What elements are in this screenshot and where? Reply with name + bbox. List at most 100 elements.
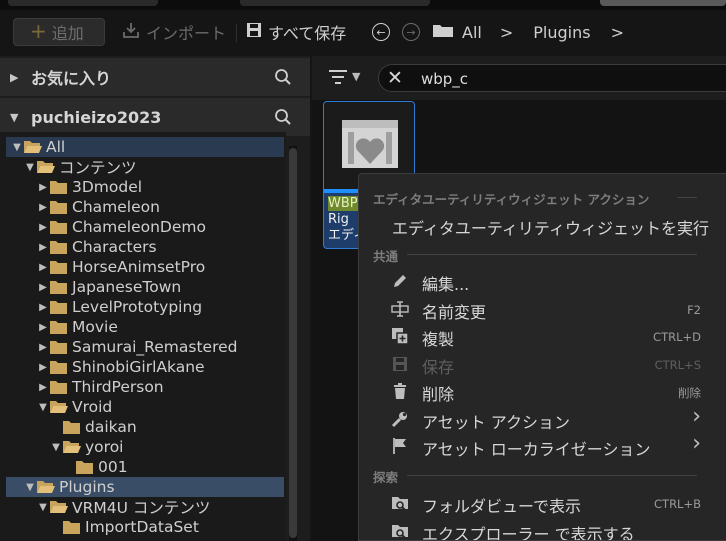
tree-folder-label: ChameleonDemo [72,218,206,236]
tree-folder-item[interactable]: ▶ 3Dmodel [6,177,284,197]
collapsed-arrow-icon[interactable]: ▶ [38,202,48,213]
menu-item[interactable]: フォルダビューで表示 CTRL+B [359,490,726,516]
expanded-triangle-icon: ▼ [10,110,19,124]
search-icon[interactable] [274,108,292,130]
sources-panel: ▶ お気に入り ▼ puchieizo2023 ▼ All ▼ コンテンツ ▶ 3Dmod… [0,56,310,541]
menu-item[interactable]: アセット ローカライゼーション › [359,431,726,459]
save-all-button[interactable]: すべて保存 [246,18,346,46]
tree-folder-label: LevelPrototyping [72,298,203,316]
folder-search-icon [391,522,409,540]
menu-divider [677,197,697,198]
menu-item-shortcut: CTRL+D [653,330,701,344]
tree-folder-item[interactable]: ▶ ShinobiGirlAkane [6,357,284,377]
tree-folder-label: ImportDataSet [85,518,199,536]
menu-item[interactable]: 名前変更 F2 [359,296,726,322]
collapsed-arrow-icon[interactable]: ▶ [38,382,48,393]
back-button[interactable]: ← [372,18,390,46]
top-tab[interactable] [8,0,158,6]
expanded-arrow-icon[interactable]: ▼ [51,442,61,453]
tree-folder-item[interactable]: ▼ yoroi [6,437,284,457]
tree-folder-label: Movie [72,318,118,336]
forward-button[interactable]: → [402,18,420,46]
expanded-arrow-icon[interactable]: ▼ [25,162,35,173]
top-tab[interactable] [600,0,726,6]
flag-icon [391,437,409,455]
tree-folder-item[interactable]: ▶ Movie [6,317,284,337]
tree-folder-item[interactable]: ImportDataSet [6,517,284,537]
collapsed-arrow-icon[interactable]: ▶ [38,222,48,233]
folder-open-icon [23,140,42,154]
submenu-chevron-icon: › [692,431,701,456]
tree-folder-label: Characters [72,238,157,256]
tree-folder-label: ShinobiGirlAkane [72,358,205,376]
tree-folder-item[interactable]: ▼ Vroid [6,397,284,417]
tree-folder-item[interactable]: ▶ Characters [6,237,284,257]
collapsed-arrow-icon[interactable]: ▶ [38,262,48,273]
tree-folder-label: daikan [85,418,137,436]
submenu-chevron-icon: › [692,403,701,429]
collapsed-arrow-icon[interactable]: ▶ [38,282,48,293]
save-all-label: すべて保存 [268,24,347,43]
menu-item[interactable]: 複製 CTRL+D [359,323,726,349]
tree-folder-item[interactable]: Maps [6,537,284,541]
menu-item-label: 複製 [422,330,455,349]
tree-folder-item[interactable]: ▶ JapaneseTown [6,277,284,297]
breadcrumb-root-folder[interactable] [432,18,454,46]
collapsed-arrow-icon[interactable]: ▶ [38,322,48,333]
menu-item[interactable]: 編集... [359,268,726,294]
search-icon[interactable] [274,68,292,90]
menu-divider [407,475,697,476]
tree-folder-item[interactable]: ▶ Samurai_Remastered [6,337,284,357]
import-button[interactable]: インポート [122,18,226,46]
tree-folder-item[interactable]: ▼ コンテンツ [6,157,284,177]
menu-divider [407,254,697,255]
tree-folder-label: Chameleon [72,198,160,216]
expanded-arrow-icon[interactable]: ▼ [25,482,35,493]
tree-scrollbar[interactable] [289,146,297,541]
expanded-arrow-icon[interactable]: ▼ [38,502,48,513]
asset-search-input[interactable]: ✕ wbp_c [378,64,726,92]
top-tab[interactable] [240,0,430,6]
duplicate-icon [391,327,409,345]
add-button[interactable]: + 追加 [13,18,105,46]
tree-folder-item[interactable]: daikan [6,417,284,437]
toolbar-divider [236,24,237,42]
breadcrumb-item-all[interactable]: All [462,23,482,42]
collapsed-arrow-icon[interactable]: ▶ [38,362,48,373]
collapsed-arrow-icon[interactable]: ▶ [38,302,48,313]
favorites-header[interactable]: ▶ お気に入り [0,58,310,96]
asset-name-match: WBP [328,196,358,211]
chevron-down-icon[interactable]: ▼ [352,70,360,83]
tree-folder-item[interactable]: ▶ ThirdPerson [6,377,284,397]
tree-folder-item[interactable]: ▶ HorseAnimsetPro [6,257,284,277]
expanded-arrow-icon[interactable]: ▼ [12,142,22,153]
scrollbar-thumb[interactable] [289,148,297,538]
tree-folder-item[interactable]: ▼ Plugins [6,477,284,497]
tree-folder-item[interactable]: ▼ All [6,137,284,157]
collapsed-arrow-icon[interactable]: ▶ [38,342,48,353]
run-editor-utility-widget[interactable]: エディタユーティリティウィジェットを実行 [359,212,726,238]
tree-folder-item[interactable]: ▶ Chameleon [6,197,284,217]
tree-folder-item[interactable]: ▼ VRM4U コンテンツ [6,497,284,517]
folder-icon [49,360,68,374]
tree-folder-item[interactable]: 001 [6,457,284,477]
tree-folder-label: yoroi [85,438,124,456]
clear-search-icon[interactable]: ✕ [387,69,403,88]
chevron-right-icon[interactable]: > [611,23,624,42]
expanded-arrow-icon[interactable]: ▼ [38,402,48,413]
tree-folder-item[interactable]: ▶ ChameleonDemo [6,217,284,237]
folder-open-icon [62,440,81,454]
menu-item[interactable]: アセット アクション › [359,403,726,432]
folder-open-icon [49,400,68,414]
menu-item[interactable]: エクスプローラー で表示する [359,518,726,540]
tree-folder-item[interactable]: ▶ LevelPrototyping [6,297,284,317]
breadcrumb-item-plugins[interactable]: Plugins [533,23,590,42]
menu-section-explore: 探索 [373,470,399,485]
rename-icon [391,300,409,318]
menu-item[interactable]: 削除 削除 [359,378,726,404]
search-value: wbp_c [421,70,469,88]
project-header[interactable]: ▼ puchieizo2023 [0,98,310,136]
collapsed-arrow-icon[interactable]: ▶ [38,242,48,253]
collapsed-arrow-icon[interactable]: ▶ [38,182,48,193]
filter-icon[interactable] [328,68,348,90]
